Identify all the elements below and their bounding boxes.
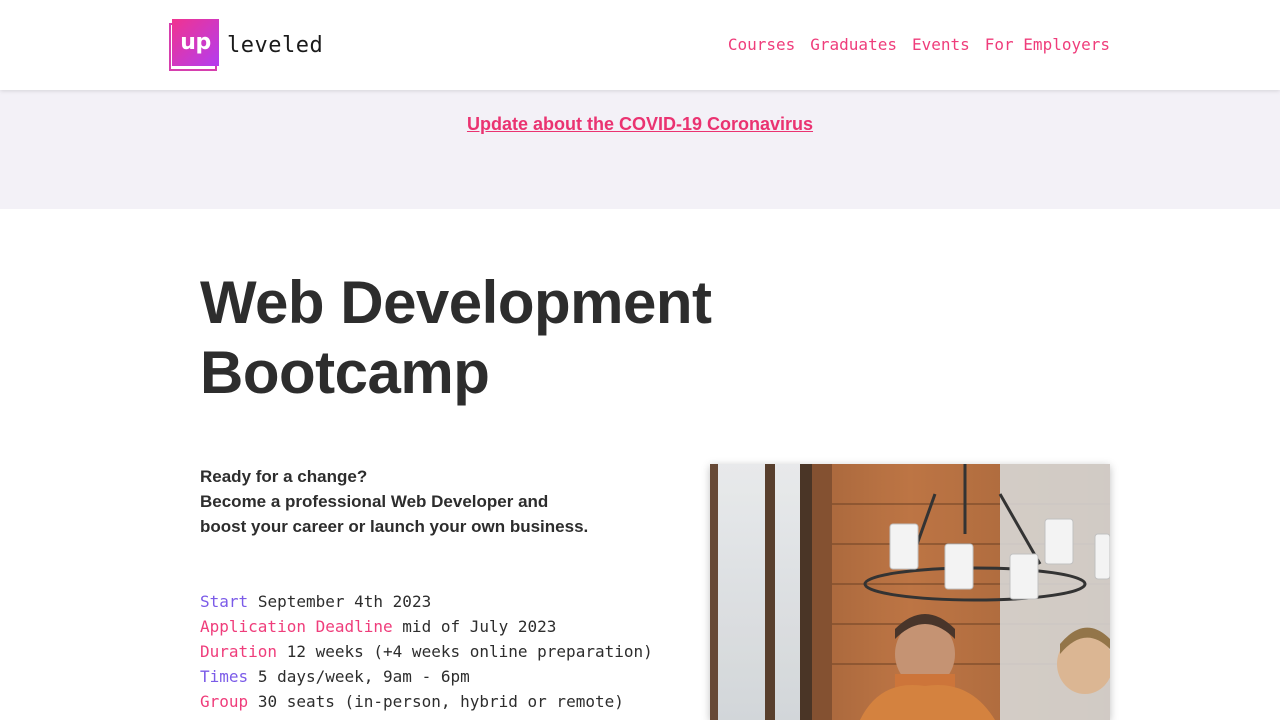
logo-text: leveled <box>227 32 324 58</box>
fact-value: 30 seats (in-person, hybrid or remote) <box>257 692 624 711</box>
students-photo <box>710 464 1110 720</box>
title-line-1: Web Development <box>200 269 712 336</box>
fact-duration: Duration 12 weeks (+4 weeks online prepa… <box>200 639 653 664</box>
intro-line-1: Ready for a change? <box>200 467 368 486</box>
nav-courses[interactable]: Courses <box>728 35 795 54</box>
fact-label: Start <box>200 592 249 611</box>
fact-value: September 4th 2023 <box>257 592 432 611</box>
intro-line-3: boost your career or launch your own bus… <box>200 517 589 536</box>
fact-start: Start September 4th 2023 <box>200 589 653 614</box>
main-nav: Courses Graduates Events For Employers <box>728 35 1110 54</box>
upleveled-logo[interactable]: up leveled <box>169 19 323 71</box>
fact-value: 12 weeks (+4 weeks online preparation) <box>286 642 653 661</box>
intro-text: Ready for a change? Become a professiona… <box>200 464 640 539</box>
fact-group: Group 30 seats (in-person, hybrid or rem… <box>200 689 653 714</box>
fact-label: Group <box>200 692 249 711</box>
title-line-2: Bootcamp <box>200 339 490 406</box>
nav-graduates[interactable]: Graduates <box>810 35 897 54</box>
fact-times: Times 5 days/week, 9am - 6pm <box>200 664 653 689</box>
fact-application-deadline: Application Deadline mid of July 2023 <box>200 614 653 639</box>
photo-illustration <box>710 464 1110 720</box>
fact-label: Times <box>200 667 249 686</box>
covid-update-link[interactable]: Update about the COVID-19 Coronavirus <box>467 114 813 135</box>
nav-events[interactable]: Events <box>912 35 970 54</box>
fact-value: mid of July 2023 <box>402 617 557 636</box>
nav-for-employers[interactable]: For Employers <box>985 35 1110 54</box>
logo-mark-text: up <box>172 19 219 66</box>
site-header: up leveled Courses Graduates Events For … <box>0 0 1280 90</box>
page-title: Web Development Bootcamp <box>200 268 820 408</box>
fact-value: 5 days/week, 9am - 6pm <box>257 667 470 686</box>
intro-line-2: Become a professional Web Developer and <box>200 492 549 511</box>
covid-banner: Update about the COVID-19 Coronavirus <box>0 90 1280 209</box>
logo-mark: up <box>169 19 221 71</box>
course-facts: Start September 4th 2023 Application Dea… <box>200 589 653 714</box>
fact-label: Duration <box>200 642 278 661</box>
fact-label: Application Deadline <box>200 617 393 636</box>
